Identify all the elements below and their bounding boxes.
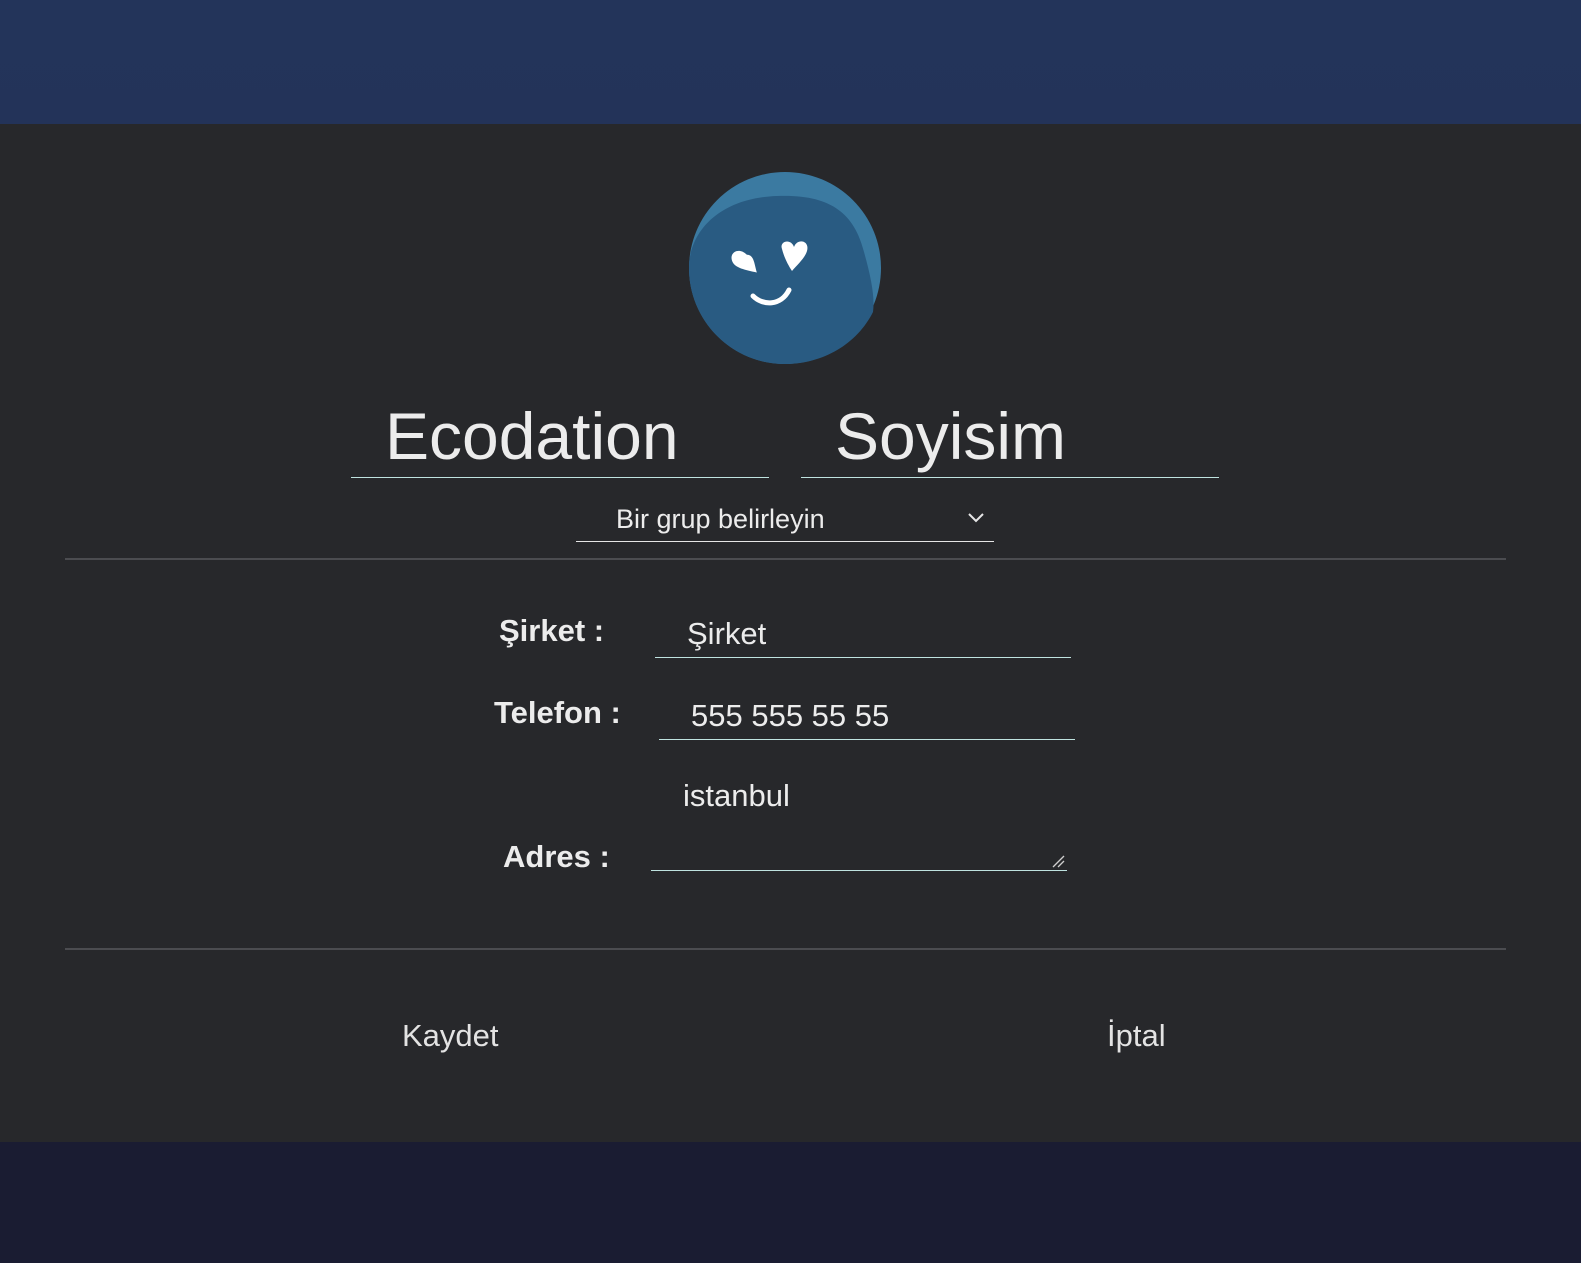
heart-eyes-smiley-icon — [689, 172, 881, 364]
last-name-input[interactable]: Soyisim — [801, 390, 1219, 478]
company-value: Şirket — [687, 616, 767, 651]
last-name-value: Soyisim — [835, 399, 1067, 473]
chevron-down-icon — [968, 513, 984, 523]
top-bar — [0, 0, 1581, 124]
address-label: Adres : — [503, 839, 610, 874]
divider-bottom — [65, 948, 1506, 950]
bottom-bar — [0, 1142, 1581, 1263]
resize-handle-icon[interactable] — [1051, 854, 1065, 868]
cancel-button[interactable]: İptal — [1107, 1018, 1166, 1054]
company-label: Şirket : — [499, 613, 605, 648]
phone-label: Telefon : — [494, 695, 621, 730]
group-select-value: Bir grup belirleyin — [616, 504, 825, 534]
first-name-value: Ecodation — [385, 399, 679, 473]
address-value: istanbul — [683, 778, 790, 813]
address-textarea[interactable]: istanbul — [651, 772, 1067, 871]
phone-value: 555 555 55 55 — [691, 698, 890, 733]
phone-input[interactable]: 555 555 55 55 — [659, 696, 1075, 740]
group-select[interactable]: Bir grup belirleyin — [576, 500, 994, 542]
first-name-input[interactable]: Ecodation — [351, 390, 769, 478]
company-input[interactable]: Şirket — [655, 614, 1071, 658]
save-button[interactable]: Kaydet — [402, 1018, 499, 1054]
avatar[interactable] — [689, 172, 881, 364]
divider-top — [65, 558, 1506, 560]
